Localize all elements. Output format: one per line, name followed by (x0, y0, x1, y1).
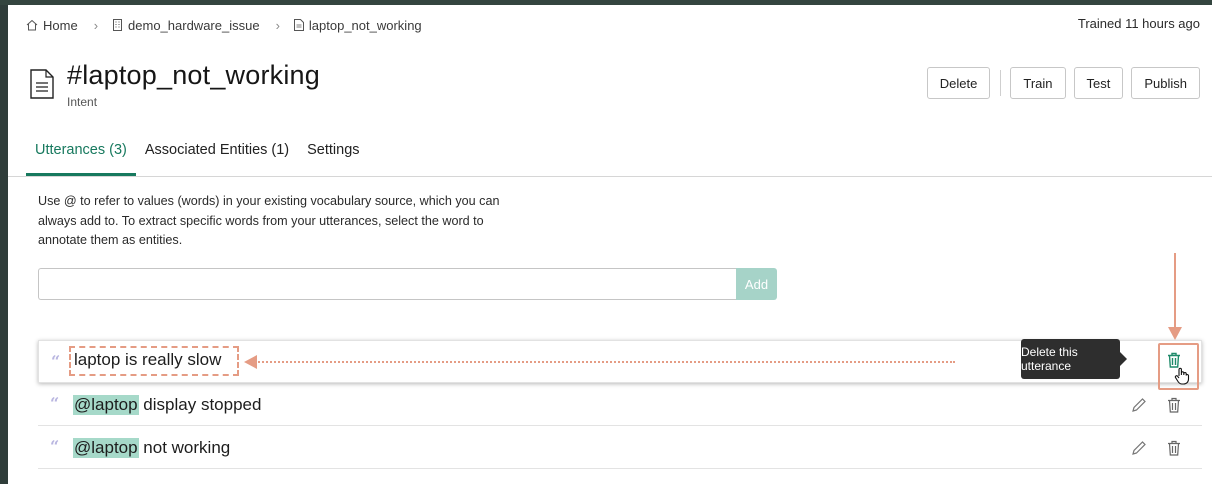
chevron-right-icon: › (93, 17, 99, 33)
entity-tag[interactable]: @laptop (73, 438, 139, 458)
annotation-arrow-line (255, 361, 955, 363)
list-item[interactable]: “ @laptop not working (38, 426, 1202, 469)
page-title: #laptop_not_working (67, 60, 320, 90)
quote-icon: “ (50, 437, 60, 456)
breadcrumb-workspace-label: demo_hardware_issue (128, 17, 260, 33)
entity-tag[interactable]: @laptop (73, 395, 139, 415)
utterance-body: display stopped (138, 395, 262, 414)
trash-icon[interactable] (1163, 437, 1185, 459)
delete-button[interactable]: Delete (926, 67, 991, 99)
chevron-right-icon: › (275, 17, 280, 33)
tabs-divider (8, 176, 1212, 177)
utterance-text[interactable]: @laptop not working (73, 438, 230, 458)
callout-arrow-head (1168, 327, 1182, 340)
tab-settings[interactable]: Settings (298, 133, 368, 176)
delete-tooltip: Delete this utterance (1021, 339, 1127, 379)
helper-text: Use @ to refer to values (words) in your… (38, 194, 500, 247)
tab-utterances[interactable]: Utterances (3) (26, 133, 136, 176)
intent-page: Home › demo_hardware_issue › laptop_not_… (8, 5, 1212, 484)
pencil-icon[interactable] (1128, 394, 1150, 416)
utterance-input[interactable] (38, 268, 736, 300)
callout-arrow-line (1174, 253, 1176, 329)
add-button[interactable]: Add (736, 268, 777, 300)
breadcrumb-intent-label: laptop_not_working (308, 17, 422, 33)
breadcrumb-workspace[interactable]: demo_hardware_issue (112, 18, 260, 33)
pencil-icon[interactable] (1128, 437, 1150, 459)
header-actions: Delete Train Test Publish (926, 67, 1200, 99)
actions-divider (1000, 70, 1002, 96)
test-button[interactable]: Test (1073, 67, 1124, 99)
quote-icon: “ (50, 394, 60, 413)
breadcrumb-intent[interactable]: laptop_not_working (293, 17, 422, 33)
building-icon (113, 19, 123, 31)
train-button[interactable]: Train (1010, 67, 1066, 99)
utterance-text[interactable]: @laptop display stopped (73, 395, 261, 415)
utterance-body: not working (138, 438, 231, 457)
hand-cursor-icon (1171, 365, 1193, 387)
breadcrumb: Home › demo_hardware_issue › laptop_not_… (26, 16, 422, 34)
left-panel-edge (0, 5, 8, 484)
tab-associated-entities[interactable]: Associated Entities (1) (136, 133, 298, 176)
page-subtitle: Intent (67, 95, 98, 109)
trained-status: Trained 11 hours ago (1077, 16, 1200, 31)
trash-icon[interactable] (1163, 394, 1185, 416)
document-icon (293, 19, 304, 31)
publish-button[interactable]: Publish (1131, 67, 1200, 99)
utterance-body: laptop is really slow (74, 350, 222, 369)
home-icon (26, 19, 38, 31)
breadcrumb-home[interactable]: Home (26, 18, 78, 33)
tab-bar: Utterances (3) Associated Entities (1) S… (26, 133, 369, 176)
utterance-input-group: Add (38, 268, 777, 300)
utterance-text[interactable]: laptop is really slow (74, 350, 221, 370)
breadcrumb-home-label: Home (43, 17, 78, 33)
list-item[interactable]: “ @laptop display stopped (38, 383, 1202, 426)
document-icon (30, 69, 54, 99)
quote-icon: “ (51, 352, 61, 371)
